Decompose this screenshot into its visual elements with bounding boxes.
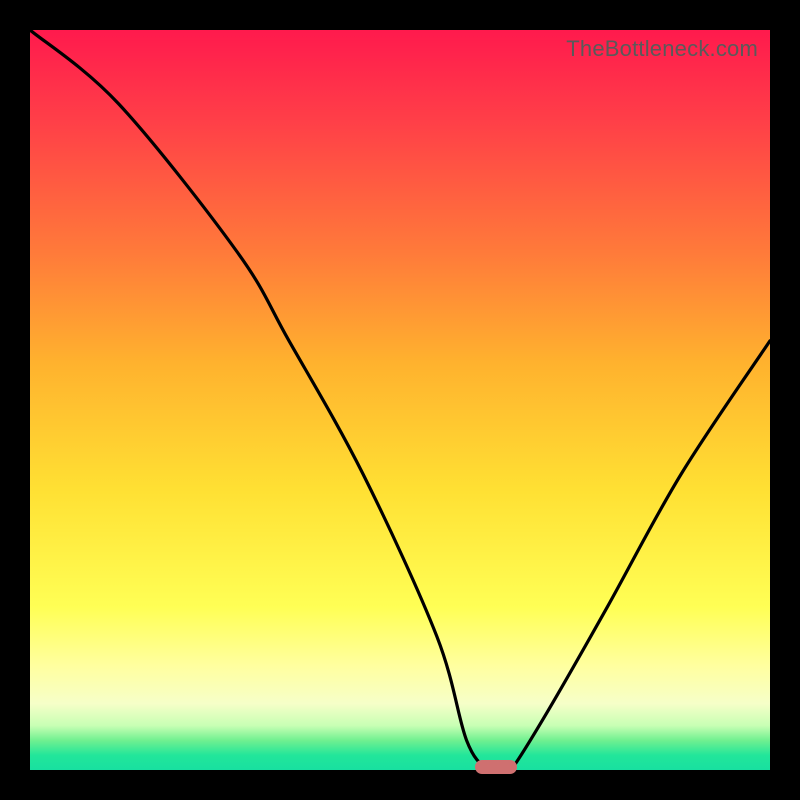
optimal-marker (475, 760, 517, 774)
bottleneck-curve (30, 30, 770, 770)
chart-frame: TheBottleneck.com (0, 0, 800, 800)
plot-area: TheBottleneck.com (30, 30, 770, 770)
